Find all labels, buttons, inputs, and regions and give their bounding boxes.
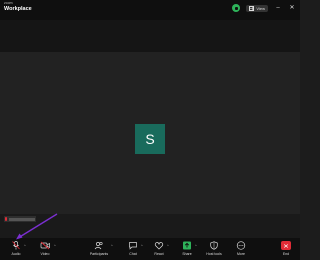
end-label: End <box>282 252 290 256</box>
brand-title: Workplace <box>4 5 32 12</box>
stage-bottom-band <box>0 214 300 238</box>
participants-button[interactable]: Participants <box>84 241 114 256</box>
share-button[interactable]: Share <box>172 241 202 256</box>
share-options-caret[interactable]: ^ <box>195 244 197 248</box>
more-label: More <box>237 252 245 256</box>
shield-icon[interactable] <box>232 4 241 12</box>
muted-mic-indicator <box>5 217 7 221</box>
stage-top-band <box>0 20 300 52</box>
react-options-caret[interactable]: ^ <box>167 244 169 248</box>
end-button[interactable]: End <box>271 241 301 256</box>
app-brand: zoom Workplace <box>4 1 32 12</box>
grid-icon <box>249 5 255 11</box>
brand-small-text: zoom <box>4 1 13 5</box>
title-bar: zoom Workplace View – ✕ <box>0 0 300 20</box>
chat-options-caret[interactable]: ^ <box>141 244 143 248</box>
view-button[interactable]: View <box>246 4 268 12</box>
audio-label: Audio <box>11 252 21 256</box>
chat-icon <box>128 241 138 250</box>
audio-button[interactable]: Audio <box>1 241 31 256</box>
video-label: Video <box>40 252 50 256</box>
react-icon <box>154 241 164 250</box>
share-icon <box>182 241 192 250</box>
participant-name-redacted <box>9 217 35 221</box>
participants-options-caret[interactable]: ^ <box>111 244 113 248</box>
close-icon[interactable]: ✕ <box>288 4 296 12</box>
participant-name-tag <box>4 216 36 222</box>
meeting-stage: S <box>0 20 300 238</box>
host-tools-icon <box>209 241 219 250</box>
more-button[interactable]: More <box>226 241 256 256</box>
react-label: React <box>154 252 164 256</box>
video-options-caret[interactable]: ^ <box>54 244 56 248</box>
host-tools-button[interactable]: Host tools <box>199 241 229 256</box>
microphone-icon <box>11 241 21 250</box>
audio-options-caret[interactable]: ^ <box>24 244 26 248</box>
end-icon <box>281 241 291 250</box>
avatar: S <box>135 124 165 154</box>
participants-label: Participants <box>89 252 109 256</box>
participants-icon <box>94 241 104 250</box>
chat-label: Chat <box>129 252 137 256</box>
minimize-icon[interactable]: – <box>274 4 282 12</box>
view-label: View <box>256 5 265 11</box>
video-icon <box>40 241 50 250</box>
share-label: Share <box>182 252 192 256</box>
react-button[interactable]: React <box>144 241 174 256</box>
meeting-toolbar: Audio ^ Video ^ Participants ^ Chat ^ Re… <box>0 238 300 260</box>
host-tools-label: Host tools <box>206 252 222 256</box>
more-icon <box>236 241 246 250</box>
